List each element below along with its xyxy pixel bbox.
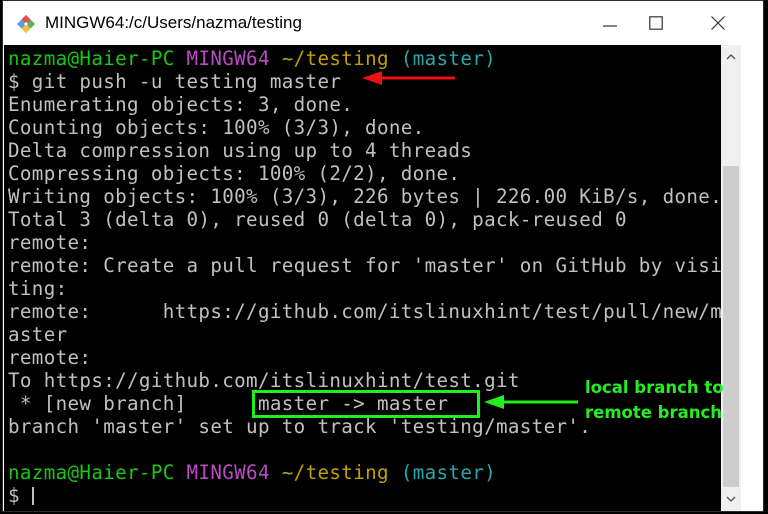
- output-line: remote: https://github.com/itslinuxhint/…: [8, 300, 723, 323]
- output-line: Compressing objects: 100% (2/2), done.: [8, 162, 461, 185]
- command-line: $ git push -u testing master: [8, 70, 342, 93]
- prompt-branch: (master): [400, 47, 497, 70]
- prompt-line: nazma@Haier-PC MINGW64 ~/testing (master…: [8, 47, 496, 70]
- close-button[interactable]: [695, 5, 741, 41]
- output-line: aster: [8, 323, 68, 346]
- terminal-output[interactable]: nazma@Haier-PC MINGW64 ~/testing (master…: [4, 45, 739, 511]
- minimize-icon: [603, 25, 617, 27]
- output-line: ting:: [8, 277, 68, 300]
- prompt-branch: (master): [400, 461, 497, 484]
- close-icon: [711, 16, 725, 30]
- scroll-up-button[interactable]: [721, 47, 741, 67]
- prompt-host: MINGW64: [186, 461, 270, 484]
- prompt-path: ~/testing: [281, 461, 389, 484]
- prompt-line: nazma@Haier-PC MINGW64 ~/testing (master…: [8, 461, 496, 484]
- scroll-down-button[interactable]: [721, 489, 741, 509]
- chevron-down-icon: [726, 496, 736, 502]
- title-bar[interactable]: MINGW64:/c/Users/nazma/testing: [3, 1, 763, 45]
- prompt-path: ~/testing: [281, 47, 389, 70]
- maximize-button[interactable]: [633, 5, 679, 41]
- maximize-icon: [649, 16, 663, 30]
- terminal-window: MINGW64:/c/Users/nazma/testing nazma@Hai…: [2, 0, 764, 512]
- input-line[interactable]: $: [8, 484, 34, 507]
- git-bash-icon: [17, 15, 35, 33]
- input-prefix: $: [8, 484, 32, 507]
- output-line: branch 'master' set up to track 'testing…: [8, 415, 592, 438]
- minimize-button[interactable]: [587, 5, 633, 41]
- prompt-host: MINGW64: [186, 47, 270, 70]
- scrollbar-thumb[interactable]: [723, 166, 739, 487]
- output-line: Counting objects: 100% (3/3), done.: [8, 116, 425, 139]
- chevron-up-icon: [726, 54, 736, 60]
- text-cursor: [31, 487, 34, 505]
- output-line: Writing objects: 100% (3/3), 226 bytes |…: [8, 185, 723, 208]
- window-title: MINGW64:/c/Users/nazma/testing: [45, 13, 302, 32]
- output-line: Enumerating objects: 3, done.: [8, 93, 354, 116]
- output-line: Total 3 (delta 0), reused 0 (delta 0), p…: [8, 208, 627, 231]
- vertical-scrollbar[interactable]: [721, 45, 741, 511]
- prompt-user: nazma@Haier-PC: [8, 47, 175, 70]
- screen-edge: [764, 0, 768, 514]
- output-line: To https://github.com/itslinuxhint/test.…: [8, 369, 520, 392]
- annotation-label: local branch to remote branch: [585, 378, 724, 422]
- highlight-box: [252, 390, 480, 418]
- output-line: remote: Create a pull request for 'maste…: [8, 254, 723, 277]
- output-line: Delta compression using up to 4 threads: [8, 139, 473, 162]
- output-line: remote:: [8, 231, 92, 254]
- output-line: remote:: [8, 346, 92, 369]
- prompt-user: nazma@Haier-PC: [8, 461, 175, 484]
